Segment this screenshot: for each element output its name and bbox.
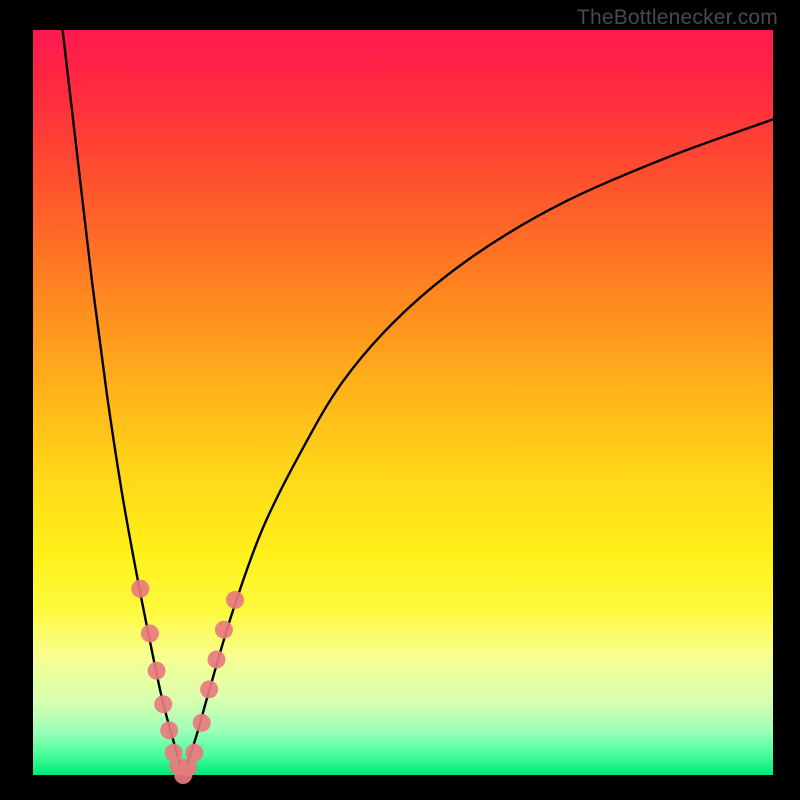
chart-frame: TheBottlenecker.com xyxy=(0,0,800,800)
watermark-label: TheBottlenecker.com xyxy=(577,6,778,30)
plot-area xyxy=(33,30,773,775)
